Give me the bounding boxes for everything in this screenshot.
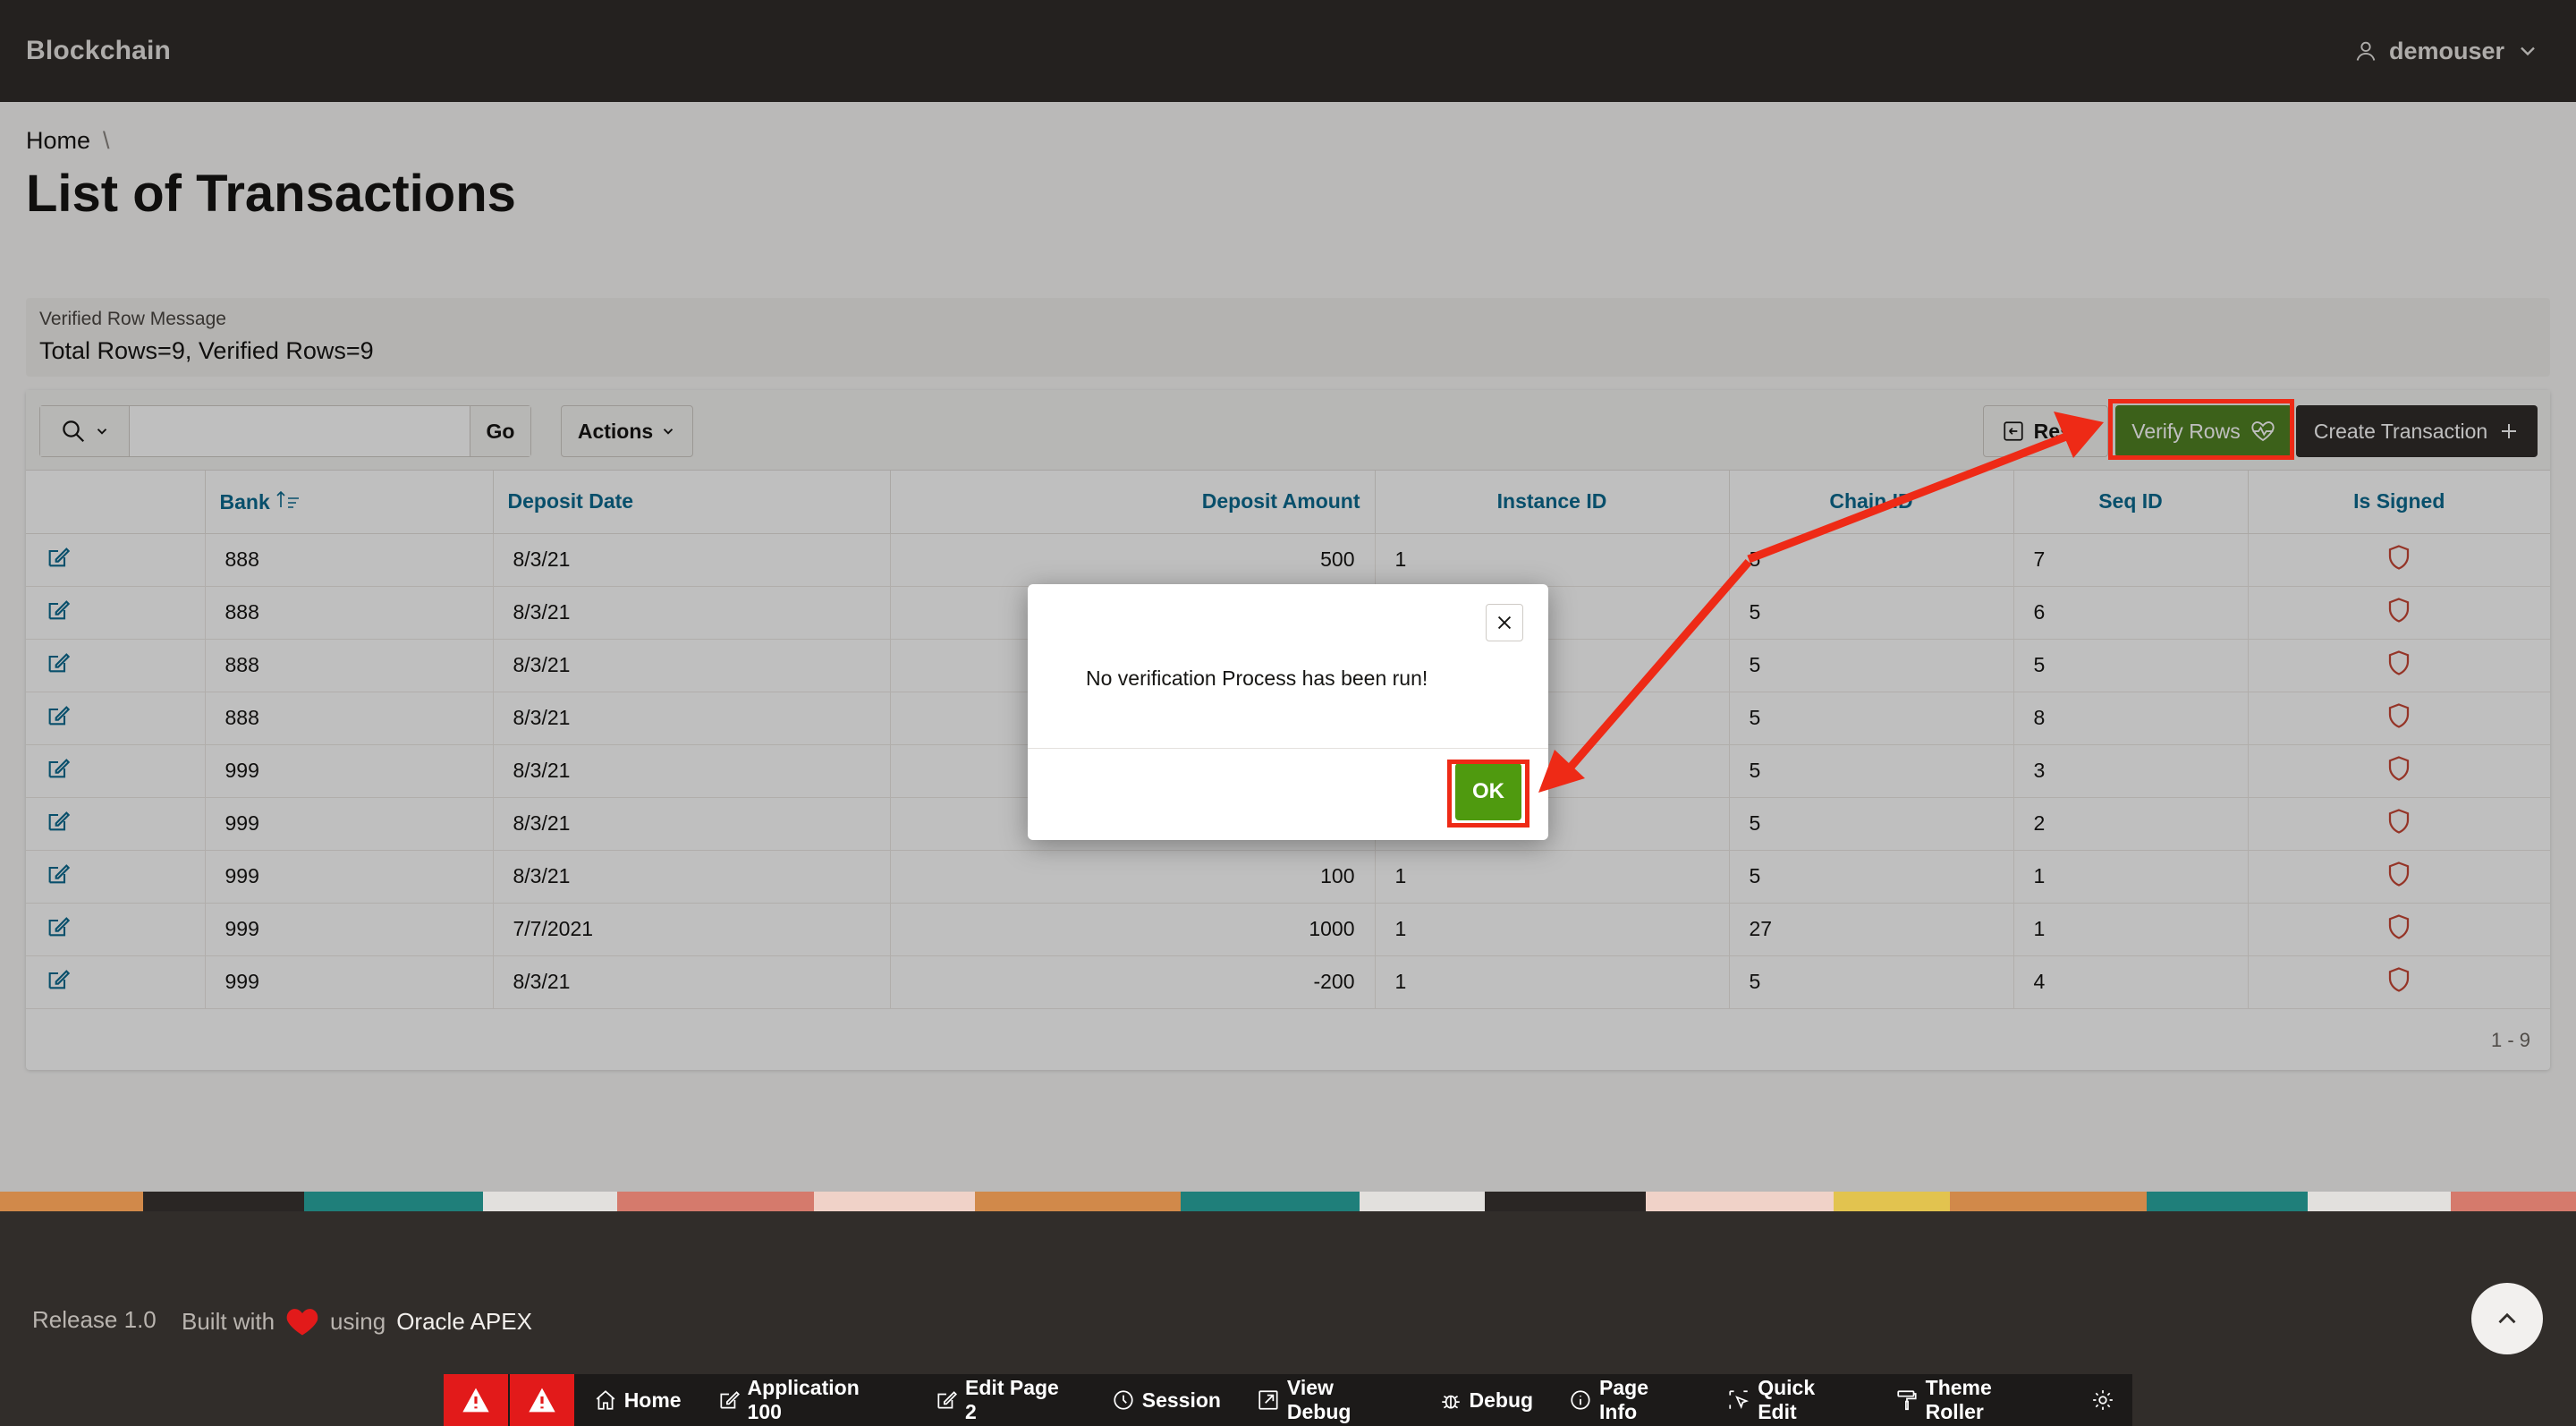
devbar-edit-page[interactable]: Edit Page 2 [917, 1374, 1094, 1426]
edit-icon [937, 1391, 958, 1409]
chevron-up-icon [2498, 1312, 2516, 1324]
devbar-application[interactable]: Application 100 [699, 1374, 918, 1426]
devbar-debug[interactable]: Debug [1421, 1374, 1552, 1426]
info-icon [1571, 1390, 1590, 1410]
decorative-banner [0, 1192, 2576, 1211]
warning-icon [462, 1388, 489, 1413]
home-icon [596, 1390, 615, 1410]
devbar-quick-edit[interactable]: Quick Edit [1709, 1374, 1877, 1426]
devbar-home-label: Home [623, 1388, 682, 1412]
devbar-page-info[interactable]: Page Info [1551, 1374, 1709, 1426]
cursor-select-icon [1729, 1390, 1750, 1409]
verify-rows-highlight [2108, 399, 2294, 460]
using-label: using [330, 1307, 386, 1335]
close-icon [1497, 615, 1512, 630]
warning-icon [529, 1388, 555, 1413]
scroll-to-top-button[interactable] [2471, 1283, 2543, 1354]
warning-button[interactable] [444, 1374, 510, 1426]
devbar-home[interactable]: Home [576, 1374, 699, 1426]
devbar-settings[interactable] [2073, 1374, 2132, 1426]
devbar-session-label: Session [1141, 1388, 1221, 1412]
devbar-theme-roller[interactable]: Theme Roller [1877, 1374, 2073, 1426]
built-with-label: Built with [182, 1307, 275, 1335]
devbar-application-label: Application 100 [747, 1376, 860, 1423]
gear-icon [2093, 1390, 2113, 1410]
release-version: Release 1.0 [32, 1306, 157, 1333]
dialog-close-button[interactable] [1486, 604, 1523, 641]
devbar-theme-roller-label: Theme Roller [1925, 1376, 1992, 1423]
ok-button-highlight [1447, 760, 1530, 828]
devbar-edit-page-label: Edit Page 2 [965, 1376, 1059, 1423]
devbar-view-debug[interactable]: View Debug [1239, 1374, 1421, 1426]
dialog-divider [1028, 748, 1548, 749]
paint-roller-icon [1897, 1390, 1917, 1411]
oracle-apex-link[interactable]: Oracle APEX [396, 1308, 532, 1336]
dialog-message: No verification Process has been run! [1086, 666, 1428, 690]
devbar-view-debug-label: View Debug [1286, 1376, 1352, 1423]
devbar-debug-label: Debug [1469, 1388, 1534, 1412]
bug-icon [1441, 1395, 1460, 1409]
edit-icon [720, 1391, 740, 1409]
heart-icon [286, 1309, 318, 1336]
warning-button[interactable] [509, 1374, 576, 1426]
devbar-page-info-label: Page Info [1599, 1376, 1648, 1423]
built-with-text: Built with using Oracle APEX [182, 1306, 532, 1337]
devbar-session[interactable]: Session [1094, 1374, 1239, 1426]
devbar-quick-edit-label: Quick Edit [1758, 1376, 1816, 1423]
external-link-icon [1258, 1390, 1278, 1410]
developer-toolbar: Home Application 100 Edit Page 2 Session… [444, 1374, 2132, 1426]
clock-icon [1114, 1390, 1133, 1410]
